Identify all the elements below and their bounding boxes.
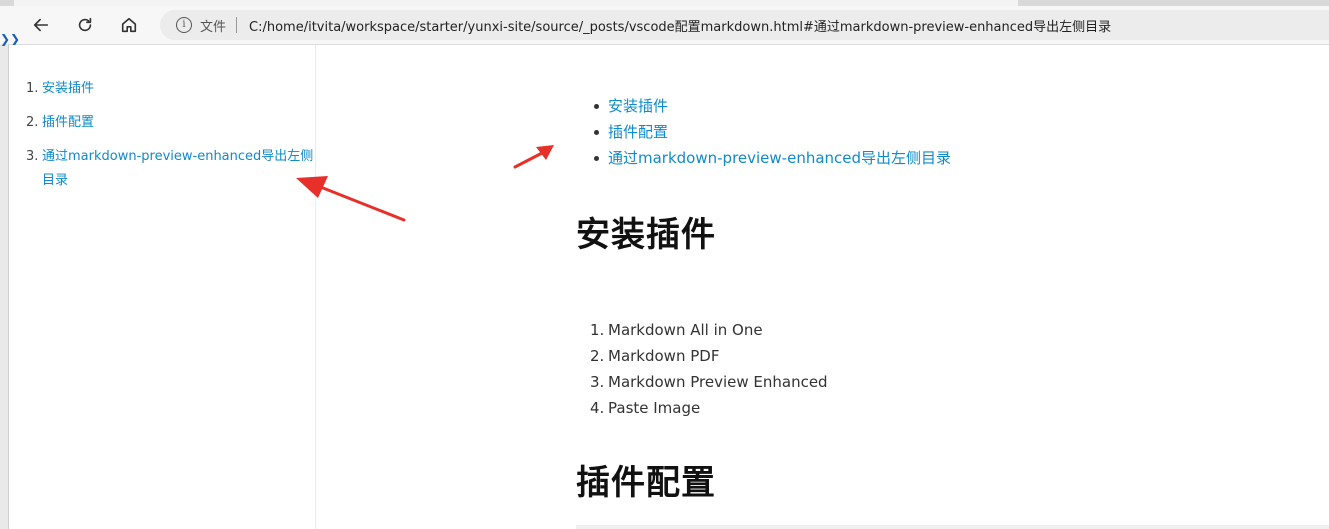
plugin-item: 1. Markdown All in One [576, 317, 828, 343]
plugin-number: 2. [590, 347, 605, 365]
window-left-edge [0, 44, 9, 529]
code-block-edge [576, 525, 1329, 529]
sidebar-item-number: 1. [26, 81, 39, 96]
content-toc-item: 通过markdown-preview-enhanced导出左侧目录 [576, 145, 951, 171]
plugin-label: Markdown PDF [608, 347, 720, 365]
sidebar-item-number: 3. [26, 149, 39, 164]
annotation-arrow-right [513, 145, 554, 169]
sidebar-toc-list: 1. 安装插件 2. 插件配置 3. 通过markdown-preview-en… [26, 77, 316, 203]
plugin-label: Paste Image [608, 399, 701, 417]
plugin-number: 4. [590, 399, 605, 417]
sidebar-item-install: 1. 安装插件 [26, 77, 316, 101]
reload-button[interactable] [70, 10, 100, 40]
main-content: 安装插件 插件配置 通过markdown-preview-enhanced导出左… [316, 45, 1329, 529]
reload-icon [78, 17, 92, 32]
content-toc-link-export[interactable]: 通过markdown-preview-enhanced导出左侧目录 [608, 149, 951, 167]
annotation-arrow-left [296, 176, 406, 222]
plugin-item: 3. Markdown Preview Enhanced [576, 369, 828, 395]
home-icon [121, 17, 137, 33]
content-toc-item: 插件配置 [576, 119, 951, 145]
heading-install: 安装插件 [576, 215, 716, 255]
plugin-list: 1. Markdown All in One 2. Markdown PDF 3. M… [576, 317, 828, 421]
plugin-label: Markdown All in One [608, 321, 763, 339]
sidebar-item-config: 2. 插件配置 [26, 111, 316, 135]
plugin-number: 1. [590, 321, 605, 339]
plugin-number: 3. [590, 373, 605, 391]
sidebar-link-config[interactable]: 插件配置 [42, 115, 94, 130]
info-icon[interactable]: i [176, 17, 192, 33]
sidebar-link-export[interactable]: 通过markdown-preview-enhanced导出左侧目录 [42, 149, 313, 188]
back-button[interactable] [26, 10, 56, 40]
sidebar-item-number: 2. [26, 115, 39, 130]
content-toc-list: 安装插件 插件配置 通过markdown-preview-enhanced导出左… [576, 93, 951, 171]
url-text[interactable]: C:/home/itvita/workspace/starter/yunxi-s… [249, 16, 1111, 35]
address-separator [236, 17, 238, 33]
home-button[interactable] [114, 10, 144, 40]
sidebar-link-install[interactable]: 安装插件 [42, 81, 94, 96]
plugin-label: Markdown Preview Enhanced [608, 373, 828, 391]
content-toc-item: 安装插件 [576, 93, 951, 119]
plugin-item: 4. Paste Image [576, 395, 828, 421]
content-toc-link-install[interactable]: 安装插件 [608, 97, 668, 115]
arrow-left-icon [33, 18, 49, 32]
sidebar-toc: 1. 安装插件 2. 插件配置 3. 通过markdown-preview-en… [9, 45, 316, 529]
browser-toolbar: i 文件 C:/home/itvita/workspace/starter/yu… [0, 6, 1329, 45]
sidebar-item-export: 3. 通过markdown-preview-enhanced导出左侧目录 [26, 145, 316, 193]
heading-config: 插件配置 [576, 463, 716, 503]
content-toc-link-config[interactable]: 插件配置 [608, 123, 668, 141]
address-bar[interactable]: i 文件 C:/home/itvita/workspace/starter/yu… [160, 10, 1329, 40]
file-label: 文件 [200, 19, 227, 35]
plugin-item: 2. Markdown PDF [576, 343, 828, 369]
